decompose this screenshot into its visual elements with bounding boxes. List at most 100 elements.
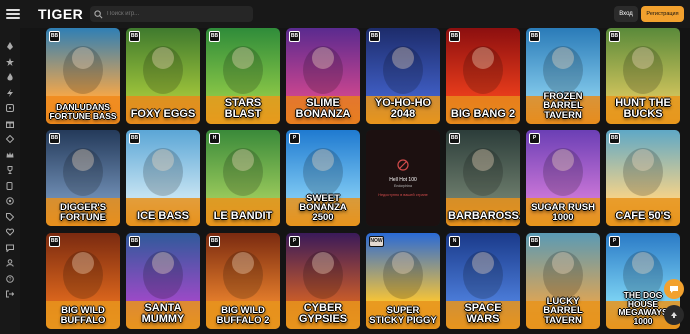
provider-badge: BB [609,31,620,42]
game-tile[interactable]: P SUGAR RUSH 1000 [526,130,600,226]
logo[interactable]: TIGER [38,6,83,22]
game-tile[interactable]: BB STARS BLAST [206,28,280,124]
chip-icon[interactable] [6,197,14,205]
game-title: DIGGER'S FORTUNE [59,202,107,223]
provider-badge: BB [129,133,140,144]
game-title: CYBER GYPSIES [298,302,348,325]
search-input[interactable] [107,11,247,17]
provider-badge: BB [529,236,540,247]
crown-icon[interactable] [6,151,14,159]
game-title: YO-HO-HO 2048 [374,97,432,120]
game-title: FOXY EGGS [130,108,196,120]
game-tile[interactable]: BB BIG WILD BUFFALO [46,233,120,329]
game-title: HUNT THE BUCKS [615,97,671,120]
game-tile[interactable]: N SPACE WARS [446,233,520,329]
diamond-icon[interactable] [6,135,14,143]
game-tile[interactable]: BB YO-HO-HO 2048 [366,28,440,124]
sidebar: ? [0,28,20,334]
game-tile[interactable]: BB DANLUDANS FORTUNE BASS [46,28,120,124]
unavailable-game: Hell Hot 100 Endorphina Недоступно в вашей… [366,130,440,226]
provider-badge: P [289,236,300,247]
game-title: LE BANDIT [213,210,273,222]
tag-icon[interactable] [6,212,14,221]
flame-icon[interactable] [6,73,14,81]
provider-badge: BB [289,31,300,42]
game-tile[interactable]: BB BIG WILD BUFFALO 2 [206,233,280,329]
provider-badge: BB [129,31,140,42]
game-tile[interactable]: P CYBER GYPSIES [286,233,360,329]
game-tile[interactable]: BB CAFE 50'S [606,130,680,226]
provider-badge: BB [369,31,380,42]
grid-fade [20,28,44,334]
game-title: Hell Hot 100 [389,177,417,183]
game-tile[interactable]: BB ICE BASS [126,130,200,226]
game-title: BIG BANG 2 [450,108,516,120]
game-title: ICE BASS [137,210,189,222]
blocked-icon [397,159,409,171]
logout-icon[interactable] [6,290,14,298]
heart-icon[interactable] [6,228,14,236]
bolt-icon[interactable] [6,88,14,97]
game-tile[interactable]: BB FROZEN BARREL TAVERN [526,28,600,124]
game-tile[interactable]: BB DIGGER'S FORTUNE [46,130,120,226]
game-tile[interactable]: P SWEET BONANZA 2500 [286,130,360,226]
menu-icon[interactable] [6,7,20,21]
game-tile[interactable]: H LE BANDIT [206,130,280,226]
game-title: FROZEN BARREL TAVERN [543,90,583,121]
game-title: CAFE 50'S [615,210,671,222]
provider-badge: BB [529,31,540,42]
game-tile[interactable]: BB LUCKY BARREL TAVERN [526,233,600,329]
provider-badge: BB [49,31,60,42]
help-icon[interactable]: ? [6,274,14,283]
provider-badge: BB [49,236,60,247]
game-tile[interactable]: BB FOXY EGGS [126,28,200,124]
login-button[interactable]: Вход [614,6,638,22]
chat-icon [670,286,678,293]
dice-icon[interactable] [6,104,14,112]
rocket-icon[interactable] [6,42,14,50]
game-title: SLIME BONANZA [295,97,351,120]
game-title: DANLUDANS FORTUNE BASS [49,102,117,121]
svg-text:?: ? [9,276,12,282]
scroll-top-button[interactable] [664,305,684,325]
game-title: SWEET BONANZA 2500 [299,192,347,223]
provider-badge: H [209,133,220,144]
game-title: BIG WILD BUFFALO [60,305,106,326]
star-icon[interactable] [6,57,14,66]
game-title: STARS BLAST [224,97,262,120]
arrow-up-icon [671,312,677,318]
game-title: BIG WILD BUFFALO 2 [216,305,270,326]
game-title: BARBAROSSA [448,210,520,222]
gift-icon[interactable] [6,120,14,128]
support-chat-button[interactable] [664,279,684,299]
game-provider: Endorphina [394,184,412,188]
provider-badge: BB [49,133,60,144]
chat-icon[interactable] [6,244,14,252]
game-tile[interactable]: NOW SUPER STICKY PIGGY [366,233,440,329]
search-bar[interactable] [90,6,253,22]
game-tile[interactable]: BB BARBAROSSA [446,130,520,226]
user-icon[interactable] [6,259,14,267]
trophy-icon[interactable] [6,166,14,174]
game-tile[interactable]: Hell Hot 100 Endorphina Недоступно в вашей… [366,130,440,226]
cards-icon[interactable] [6,181,14,190]
provider-badge: P [289,133,300,144]
search-icon [94,9,103,18]
provider-badge: BB [609,133,620,144]
game-title: SUGAR RUSH 1000 [531,202,595,223]
game-title: SANTA MUMMY [141,302,185,325]
unavailable-notice: Недоступно в вашей стране [378,193,428,197]
game-title: SUPER STICKY PIGGY [369,305,437,326]
game-tile[interactable]: BB SLIME BONANZA [286,28,360,124]
provider-badge: N [449,236,460,247]
game-tile[interactable]: BB SANTA MUMMY [126,233,200,329]
provider-badge: BB [449,133,460,144]
provider-badge: NOW [369,236,384,247]
game-tile[interactable]: BB HUNT THE BUCKS [606,28,680,124]
game-title: SPACE WARS [464,302,502,325]
provider-badge: P [529,133,540,144]
game-tile[interactable]: BB BIG BANG 2 [446,28,520,124]
top-bar: TIGER Вход Регистрация [0,0,690,28]
register-button[interactable]: Регистрация [641,6,684,22]
provider-badge: BB [209,236,220,247]
